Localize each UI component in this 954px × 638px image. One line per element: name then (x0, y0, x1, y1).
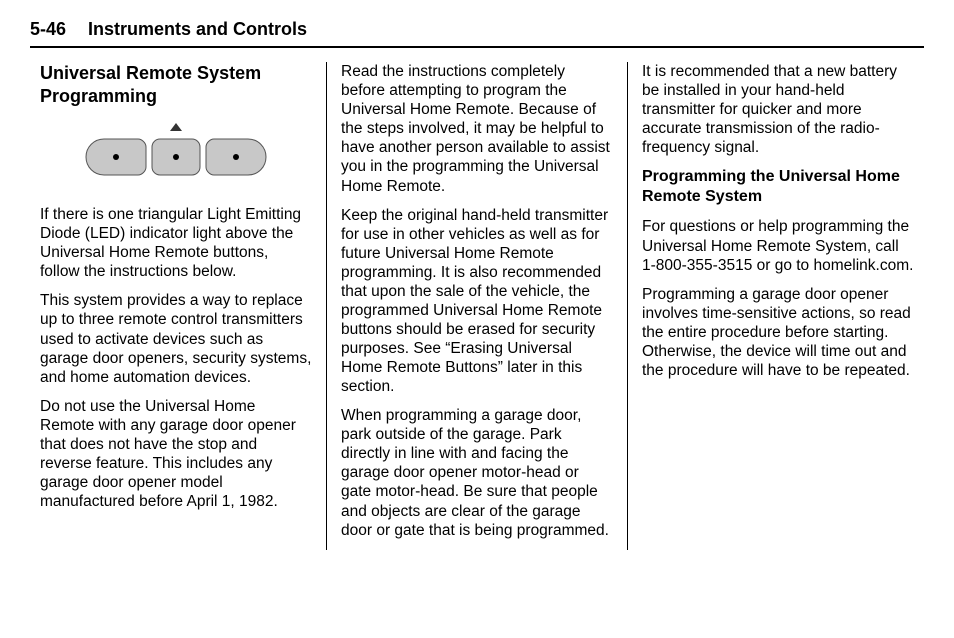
paragraph: This system provides a way to replace up… (40, 291, 312, 386)
chapter-title: Instruments and Controls (88, 18, 307, 40)
remote-buttons-illustration (76, 123, 276, 179)
section-title: Universal Remote System Programming (40, 62, 312, 107)
paragraph: Do not use the Universal Home Remote wit… (40, 397, 312, 511)
paragraph: For questions or help programming the Un… (642, 217, 914, 274)
content-columns: Universal Remote System Programming If t… (30, 62, 924, 550)
paragraph: When programming a garage door, park out… (341, 406, 613, 539)
paragraph: If there is one triangular Light Emittin… (40, 205, 312, 281)
column-3: It is recommended that a new battery be … (628, 62, 924, 550)
column-2: Read the instructions completely before … (327, 62, 627, 550)
column-1: Universal Remote System Programming If t… (30, 62, 326, 550)
paragraph: It is recommended that a new battery be … (642, 62, 914, 157)
paragraph: Keep the original hand-held transmitter … (341, 206, 613, 397)
paragraph: Read the instructions completely before … (341, 62, 613, 195)
page-number: 5-46 (30, 18, 66, 40)
page-header: 5-46 Instruments and Controls (30, 18, 924, 48)
paragraph: Programming a garage door opener involve… (642, 285, 914, 380)
subsection-title: Programming the Universal Home Remote Sy… (642, 167, 914, 207)
remote-buttons-figure (40, 123, 312, 179)
